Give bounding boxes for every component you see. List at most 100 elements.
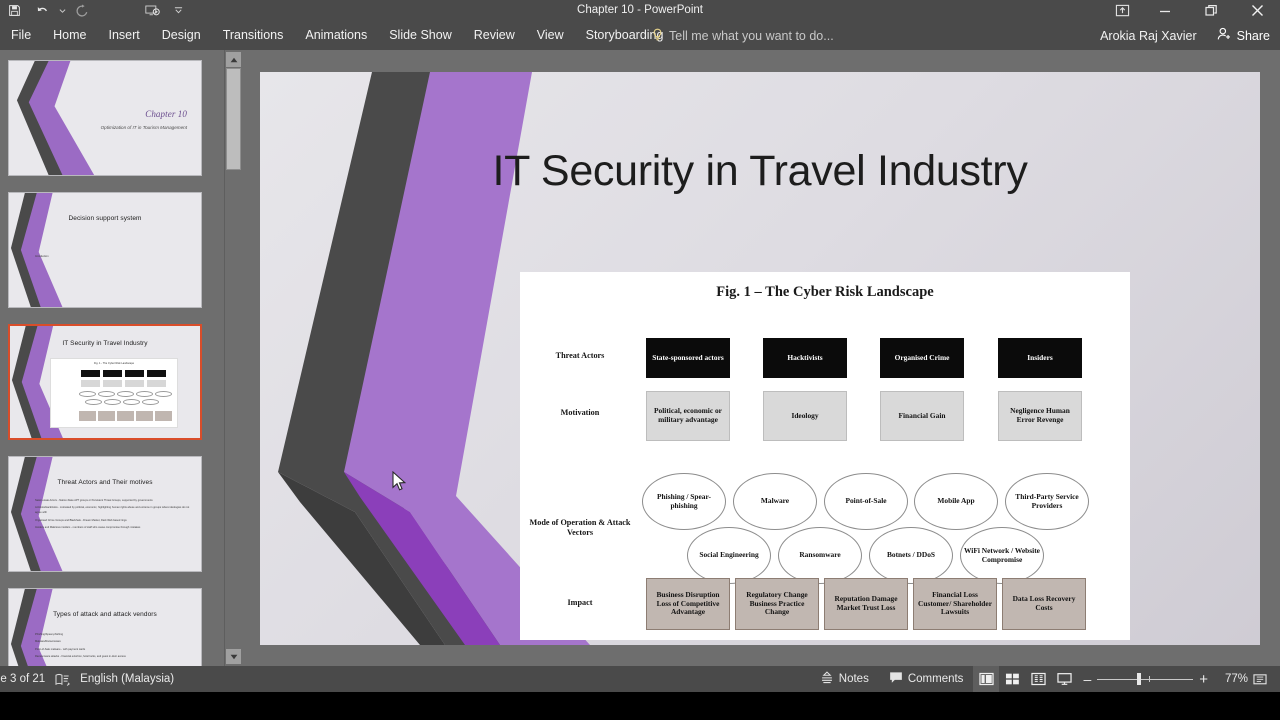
language-icon xyxy=(55,673,71,686)
impact-cell[interactable]: Regulatory Change Business Practice Chan… xyxy=(735,578,819,630)
tab-transitions[interactable]: Transitions xyxy=(212,21,295,50)
language-label[interactable]: English (Malaysia) xyxy=(80,673,174,685)
powerpoint-window: Chapter 10 - PowerPoint File Home Insert… xyxy=(0,0,1280,720)
screen-bottom-letterbox xyxy=(0,692,1280,720)
thumbnail-slide-2[interactable]: Decision support system Introduction xyxy=(8,192,202,308)
tab-file[interactable]: File xyxy=(0,21,42,50)
thumbnail-4-title: Threat Actors and Their motives xyxy=(57,479,153,486)
thumbnail-4-bullet: Nation-state Actors - Nation-State APT g… xyxy=(35,499,153,502)
row-label-mode-of-operation: Mode of Operation & Attack Vectors xyxy=(529,518,631,538)
thumbnail-1-subtitle: Optimization of IT in Tourism Management xyxy=(100,125,187,130)
threat-actor-cell[interactable]: State-sponsored actors xyxy=(646,338,730,378)
zoom-out-button[interactable]: – xyxy=(1083,672,1091,686)
figure-panel[interactable]: Fig. 1 – The Cyber Risk Landscape Threat… xyxy=(520,272,1130,640)
tab-animations[interactable]: Animations xyxy=(294,21,378,50)
impact-cell[interactable]: Reputation Damage Market Trust Loss xyxy=(824,578,908,630)
thumbnail-slide-1[interactable]: Chapter 10 Optimization of IT in Tourism… xyxy=(8,60,202,176)
work-area: Chapter 10 Optimization of IT in Tourism… xyxy=(0,50,1280,666)
fit-slide-to-window-icon[interactable] xyxy=(1248,666,1272,692)
threat-actor-cell[interactable]: Insiders xyxy=(998,338,1082,378)
zoom-slider-tick xyxy=(1149,676,1151,682)
restore-icon[interactable] xyxy=(1188,0,1234,21)
account-name[interactable]: Arokia Raj Xavier xyxy=(1100,29,1209,43)
notes-button[interactable]: Notes xyxy=(810,666,879,692)
notes-label: Notes xyxy=(838,673,869,685)
tab-review[interactable]: Review xyxy=(463,21,526,50)
thumbnail-2-title: Decision support system xyxy=(68,215,142,222)
slide-thumbnail-pane[interactable]: Chapter 10 Optimization of IT in Tourism… xyxy=(0,50,222,666)
row-label-impact: Impact xyxy=(567,598,593,607)
slide-indicator[interactable]: de 3 of 21 xyxy=(0,673,45,685)
zoom-slider-handle[interactable] xyxy=(1137,673,1142,685)
slide-editing-area[interactable]: IT Security in Travel Industry Fig. 1 – … xyxy=(242,50,1280,666)
reading-view-icon[interactable] xyxy=(1025,666,1051,692)
impact-cell[interactable]: Business Disruption Loss of Competitive … xyxy=(646,578,730,630)
threat-actor-cell[interactable]: Organised Crime xyxy=(880,338,964,378)
thumbnail-slide-5[interactable]: Types of attack and attack vendors Phish… xyxy=(8,588,202,666)
impact-cell[interactable]: Financial Loss Customer/ Shareholder Law… xyxy=(913,578,997,630)
mode-cell[interactable]: Malware xyxy=(733,473,817,530)
thumbnail-slide-4[interactable]: Threat Actors and Their motives Nation-s… xyxy=(8,456,202,572)
thumbnail-4-bullet: Activists/Hacktivists - motivated by pol… xyxy=(35,506,190,515)
share-label: Share xyxy=(1236,28,1270,43)
thumbnail-slide-3[interactable]: IT Security in Travel Industry Fig. 1 - … xyxy=(8,324,202,440)
normal-view-icon[interactable] xyxy=(973,666,1000,692)
thumbnail-scrollbar[interactable] xyxy=(224,50,241,666)
tab-view[interactable]: View xyxy=(526,21,575,50)
thumbnail-2-bullet: Introduction xyxy=(35,255,49,258)
thumbnail-5-bullet: Malware/Ransomware xyxy=(35,640,61,644)
share-button[interactable]: Share xyxy=(1209,21,1280,50)
row-label-threat-actors: Threat Actors xyxy=(555,351,605,360)
motivation-cell[interactable]: Financial Gain xyxy=(880,391,964,441)
share-person-icon xyxy=(1217,27,1232,44)
comments-button[interactable]: Comments xyxy=(879,666,974,692)
zoom-level-label[interactable]: 77% xyxy=(1214,673,1248,685)
ribbon-display-options-icon[interactable] xyxy=(1102,0,1142,21)
thumbnail-5-bullet: Ransomware attacks - financial extortion… xyxy=(35,655,126,659)
tab-slide-show[interactable]: Slide Show xyxy=(378,21,463,50)
title-bar: Chapter 10 - PowerPoint xyxy=(0,0,1280,21)
status-bar: de 3 of 21 English (Malaysia) Notes Comm… xyxy=(0,666,1280,692)
scroll-down-icon[interactable] xyxy=(226,649,241,664)
slide-show-icon[interactable] xyxy=(1051,666,1077,692)
status-left-group: de 3 of 21 English (Malaysia) xyxy=(0,666,174,692)
zoom-in-button[interactable]: + xyxy=(1199,672,1208,687)
tell-me-search[interactable]: Tell me what you want to do... xyxy=(652,21,834,50)
current-slide[interactable]: IT Security in Travel Industry Fig. 1 – … xyxy=(260,72,1260,645)
mode-cell[interactable]: Mobile App xyxy=(914,473,998,530)
mode-cell[interactable]: Point-of-Sale xyxy=(824,473,908,530)
mode-cell[interactable]: Ransomware xyxy=(778,527,862,584)
tab-design[interactable]: Design xyxy=(151,21,212,50)
slide-title[interactable]: IT Security in Travel Industry xyxy=(260,147,1260,196)
thumbnail-3-title: IT Security in Travel Industry xyxy=(62,340,148,347)
threat-actor-cell[interactable]: Hacktivists xyxy=(763,338,847,378)
mode-cell[interactable]: Third-Party Service Providers xyxy=(1005,473,1089,530)
scroll-up-icon[interactable] xyxy=(226,52,241,67)
motivation-cell[interactable]: Ideology xyxy=(763,391,847,441)
comment-icon xyxy=(889,671,903,687)
window-title: Chapter 10 - PowerPoint xyxy=(577,4,703,16)
mode-cell[interactable]: Phishing / Spear-phishing xyxy=(642,473,726,530)
thumbnail-5-bullet: Point-of-Sale malware - with payment car… xyxy=(35,647,86,651)
motivation-cell[interactable]: Political, economic or military advantag… xyxy=(646,391,730,441)
zoom-control[interactable]: – + xyxy=(1077,672,1214,687)
mode-cell[interactable]: Botnets / DDoS xyxy=(869,527,953,584)
impact-cell[interactable]: Data Loss Recovery Costs xyxy=(1002,578,1086,630)
zoom-slider[interactable] xyxy=(1097,673,1194,685)
tab-insert[interactable]: Insert xyxy=(98,21,151,50)
slide-sorter-icon[interactable] xyxy=(999,666,1025,692)
ribbon-tabs: File Home Insert Design Transitions Anim… xyxy=(0,21,674,50)
mode-cell[interactable]: WiFi Network / Website Compromise xyxy=(960,527,1044,584)
ribbon-tab-bar: File Home Insert Design Transitions Anim… xyxy=(0,21,1280,50)
thumbnail-3-figure-caption: Fig. 1 - The Cyber Risk Landscape xyxy=(93,362,135,365)
mode-cell[interactable]: Social Engineering xyxy=(687,527,771,584)
thumbnail-5-title: Types of attack and attack vendors xyxy=(53,611,157,618)
tab-home[interactable]: Home xyxy=(42,21,97,50)
thumbnail-5-bullet: Phishing/Spear-phishing xyxy=(35,633,64,636)
close-icon[interactable] xyxy=(1234,0,1280,21)
motivation-cell[interactable]: Negligence Human Error Revenge xyxy=(998,391,1082,441)
minimize-icon[interactable] xyxy=(1142,0,1188,21)
scrollbar-thumb[interactable] xyxy=(226,68,241,170)
row-label-motivation: Motivation xyxy=(560,408,600,417)
tell-me-placeholder: Tell me what you want to do... xyxy=(669,28,834,43)
